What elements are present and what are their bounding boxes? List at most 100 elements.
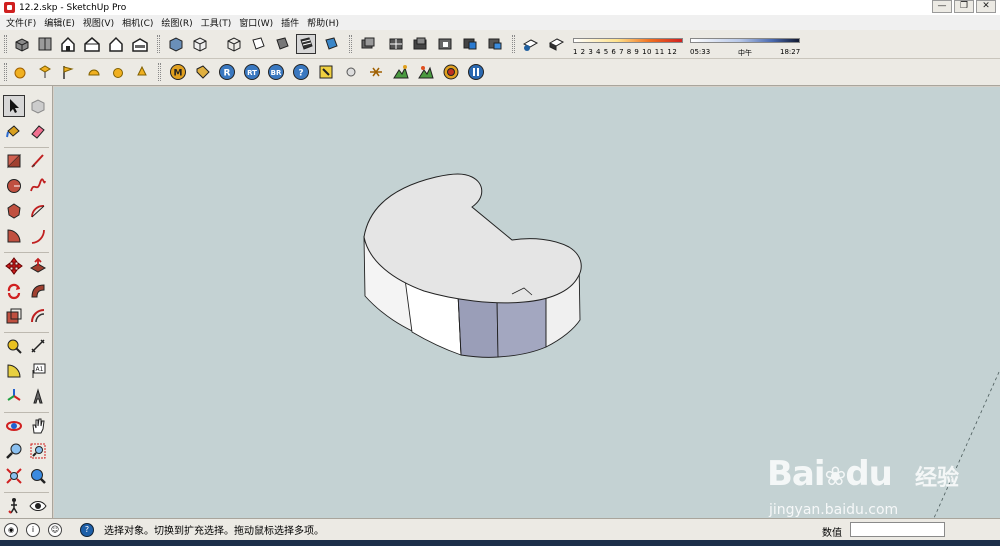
target-icon[interactable] (441, 62, 461, 82)
sun-icon[interactable] (10, 62, 30, 82)
menu-help[interactable]: 帮助(H) (303, 16, 343, 29)
zoom-extents-icon[interactable] (3, 465, 25, 487)
sphere-icon[interactable] (108, 62, 128, 82)
text-tool-icon[interactable]: A1 (27, 360, 49, 382)
3d-text-icon[interactable] (27, 385, 49, 407)
paint-bucket-icon[interactable] (3, 120, 25, 142)
back-edges-style-icon[interactable] (190, 34, 210, 54)
eraser-icon[interactable] (27, 120, 49, 142)
model-viewport[interactable] (54, 87, 1000, 518)
minimize-button[interactable]: — (932, 0, 952, 13)
offset-tool-icon[interactable] (27, 305, 49, 327)
location-pin-icon[interactable] (35, 62, 55, 82)
help-icon[interactable]: ? (291, 62, 311, 82)
arc3-tool-icon[interactable] (27, 225, 49, 247)
hidden-line-style-icon[interactable] (248, 34, 268, 54)
menu-view[interactable]: 视图(V) (79, 16, 118, 29)
user-icon[interactable]: ☺ (48, 522, 62, 537)
make-component-icon[interactable] (27, 95, 49, 117)
top-view-icon[interactable] (35, 34, 55, 54)
follow-me-tool-icon[interactable] (27, 280, 49, 302)
arc-tool-icon[interactable] (27, 200, 49, 222)
menu-tools[interactable]: 工具(T) (197, 16, 236, 29)
menu-edit[interactable]: 编辑(E) (40, 16, 79, 29)
pause-icon[interactable] (466, 62, 486, 82)
shaded-style-icon[interactable] (272, 34, 292, 54)
menu-camera[interactable]: 相机(C) (118, 16, 157, 29)
light-bulb-icon[interactable] (341, 62, 361, 82)
close-button[interactable]: ✕ (976, 0, 996, 13)
move-tool-icon[interactable] (3, 255, 25, 277)
monochrome-style-icon[interactable] (321, 34, 341, 54)
half-sphere-icon[interactable] (84, 62, 104, 82)
previous-view-icon[interactable] (27, 465, 49, 487)
axes-tool-icon[interactable] (3, 385, 25, 407)
circle-tool-icon[interactable] (3, 175, 25, 197)
pan-hand-icon[interactable] (27, 415, 49, 437)
section-plane-icon[interactable] (386, 34, 406, 54)
layer-blue2-icon[interactable] (485, 34, 505, 54)
month-slider[interactable]: 1 2 3 4 5 6 7 8 9 10 11 12 (573, 36, 683, 58)
push-pull-tool-icon[interactable] (27, 255, 49, 277)
select-arrow-icon[interactable] (3, 95, 25, 117)
toolbar-grip[interactable] (4, 35, 7, 53)
display-shadows-icon[interactable] (546, 34, 566, 54)
scale-tool-icon[interactable] (3, 305, 25, 327)
toolbar-grip[interactable] (157, 35, 160, 53)
toolbar-grip[interactable] (512, 35, 515, 53)
plugin-br-icon[interactable]: BR (266, 62, 286, 82)
time-slider[interactable]: 05:33 中午 18:27 (690, 36, 800, 58)
menu-file[interactable]: 文件(F) (2, 16, 40, 29)
line-tool-icon[interactable] (27, 150, 49, 172)
xray-style-icon[interactable] (166, 34, 186, 54)
menu-plugins[interactable]: 插件 (277, 16, 303, 29)
main-toolbar: 1 2 3 4 5 6 7 8 9 10 11 12 05:33 中午 18:2… (0, 30, 1000, 59)
left-view-icon[interactable] (130, 34, 150, 54)
zoom-window-icon[interactable] (27, 440, 49, 462)
credits-icon[interactable]: i (26, 522, 40, 537)
look-around-eye-icon[interactable] (27, 495, 49, 517)
terrain-edit-icon[interactable] (416, 62, 436, 82)
toolbar-grip[interactable] (4, 63, 7, 81)
plugin-tag-icon[interactable] (193, 62, 213, 82)
toolbar-grip[interactable] (158, 63, 161, 81)
measurements-input[interactable] (850, 522, 945, 537)
polygon-tool-icon[interactable] (3, 200, 25, 222)
sandbox-toolbar: M R RT BR ? (0, 59, 1000, 86)
maximize-button[interactable]: ❐ (954, 0, 974, 13)
rotate-tool-icon[interactable] (3, 280, 25, 302)
freehand-tool-icon[interactable] (27, 175, 49, 197)
instructor-help-icon[interactable]: ? (80, 522, 94, 537)
component-icon[interactable] (358, 34, 378, 54)
section-display-icon[interactable] (410, 34, 430, 54)
plugin-m-icon[interactable]: M (168, 62, 188, 82)
front-view-icon[interactable] (58, 34, 78, 54)
tape-measure-icon[interactable] (3, 335, 25, 357)
flag-icon[interactable] (58, 62, 78, 82)
geo-location-icon[interactable]: ◉ (4, 522, 18, 537)
plugin-key-icon[interactable] (316, 62, 336, 82)
menu-window[interactable]: 窗口(W) (235, 16, 277, 29)
right-view-icon[interactable] (82, 34, 102, 54)
iso-view-icon[interactable] (12, 34, 32, 54)
cone-icon[interactable] (132, 62, 152, 82)
shadow-settings-icon[interactable] (520, 34, 540, 54)
layer-blue-icon[interactable] (460, 34, 480, 54)
rectangle-tool-icon[interactable] (3, 150, 25, 172)
walk-tool-icon[interactable] (3, 495, 25, 517)
wireframe-style-icon[interactable] (224, 34, 244, 54)
back-view-icon[interactable] (106, 34, 126, 54)
protractor-icon[interactable] (3, 360, 25, 382)
orbit-tool-icon[interactable] (3, 415, 25, 437)
shaded-textures-style-icon[interactable] (296, 34, 316, 54)
wand-icon[interactable] (366, 62, 386, 82)
pie-tool-icon[interactable] (3, 225, 25, 247)
toolbar-grip[interactable] (349, 35, 352, 53)
zoom-tool-icon[interactable] (3, 440, 25, 462)
plugin-r-icon[interactable]: R (217, 62, 237, 82)
plugin-rt-icon[interactable]: RT (242, 62, 262, 82)
terrain-icon[interactable] (391, 62, 411, 82)
dimension-tool-icon[interactable] (27, 335, 49, 357)
menu-draw[interactable]: 绘图(R) (157, 16, 196, 29)
section-cut-icon[interactable] (435, 34, 455, 54)
